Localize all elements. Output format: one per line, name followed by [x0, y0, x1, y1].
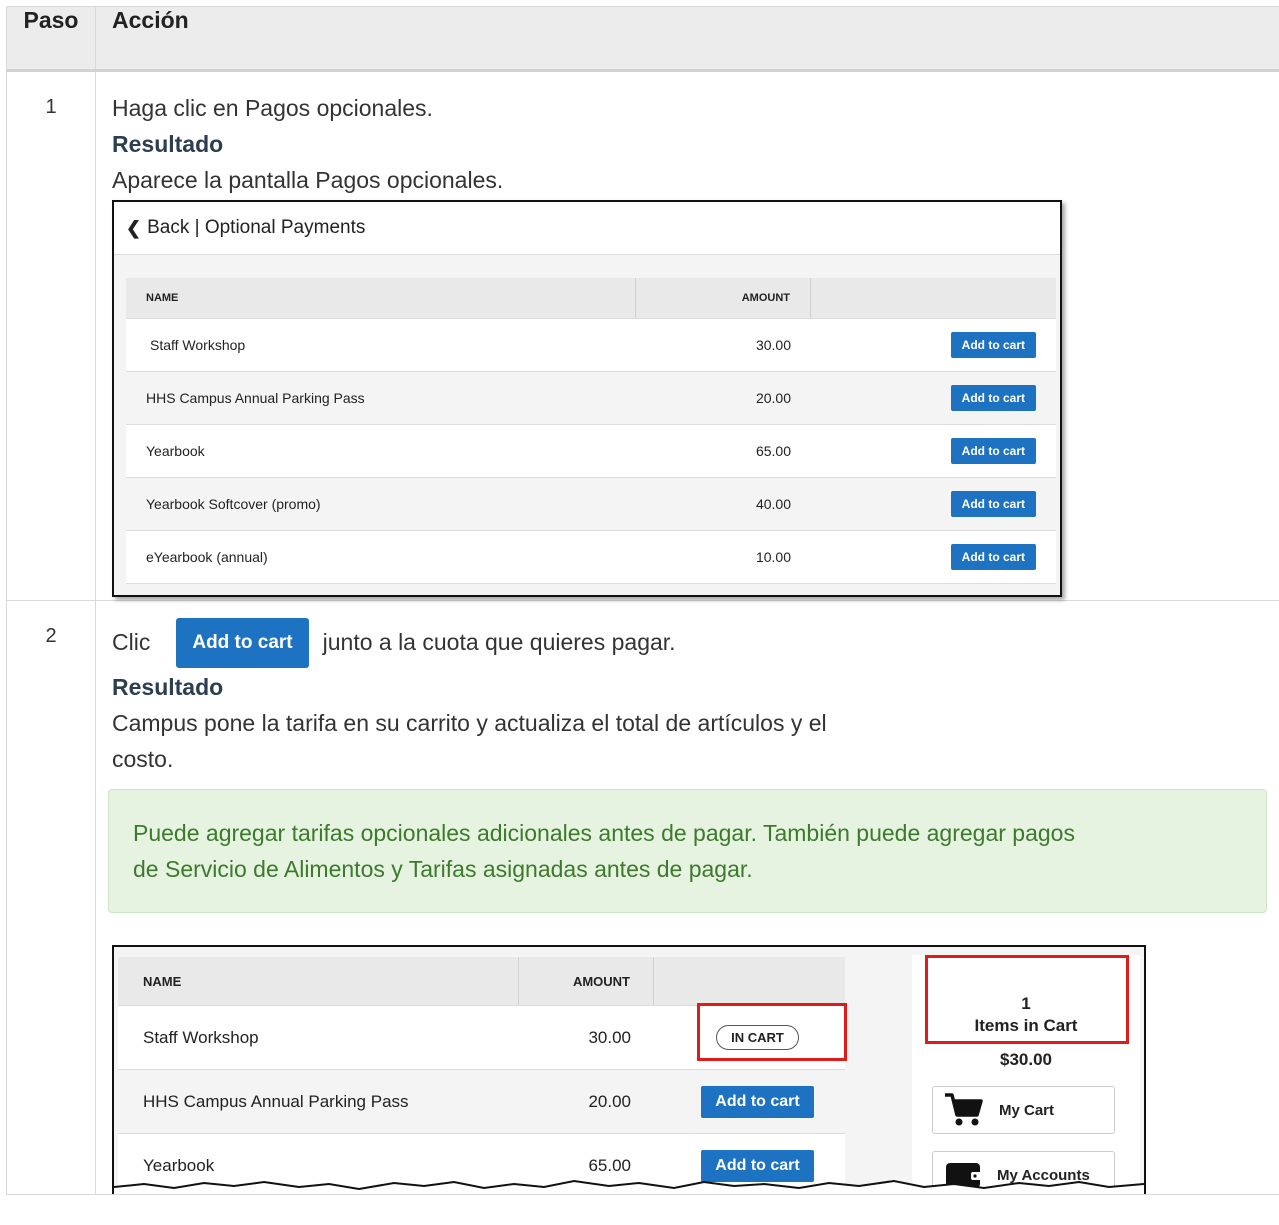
- add-to-cart-button[interactable]: Add to cart: [950, 491, 1036, 517]
- row-amount: 30.00: [755, 337, 791, 353]
- column-amount: AMOUNT: [519, 957, 654, 1005]
- table-row: Yearbook Softcover (promo) 40.00 Add to …: [126, 478, 1056, 531]
- column-name: NAME: [126, 278, 636, 318]
- table-row: Staff Workshop 30.00 Add to cart: [126, 319, 1056, 372]
- in-cart-highlight: [697, 1003, 847, 1061]
- add-to-cart-button[interactable]: Add to cart: [950, 332, 1036, 358]
- note-callout: Puede agregar tarifas opcionales adicion…: [108, 789, 1267, 913]
- result-label: Resultado: [112, 131, 224, 157]
- column-name: NAME: [118, 957, 519, 1005]
- table-row: eYearbook (annual) 10.00 Add to cart: [126, 531, 1056, 584]
- steps-table: Paso Acción 1 Haga clic en Pagos opciona…: [6, 6, 1279, 1195]
- my-cart-label: My Cart: [999, 1101, 1055, 1119]
- note-line-1: Puede agregar tarifas opcionales adicion…: [133, 820, 1075, 846]
- header-step: Paso: [6, 6, 96, 72]
- result-label: Resultado: [112, 674, 224, 700]
- row-amount: 40.00: [755, 496, 791, 512]
- grid-header: NAME AMOUNT: [126, 278, 1056, 319]
- payments-grid: NAME AMOUNT Staff Workshop 30.00 IN CART…: [118, 957, 845, 1194]
- result-text: Aparece la pantalla Pagos opcionales.: [112, 167, 504, 193]
- row-name: Yearbook Softcover (promo): [146, 496, 321, 512]
- cart-icon: [945, 1093, 983, 1126]
- chevron-left-icon: ❮: [126, 217, 142, 238]
- row-name: eYearbook (annual): [146, 549, 268, 565]
- step-row-2: 2 Clic Add to cart junto a la cuota que qu…: [6, 600, 1279, 1195]
- add-to-cart-button[interactable]: Add to cart: [950, 544, 1036, 570]
- step-instruction: Haga clic en Pagos opcionales.: [112, 95, 433, 121]
- row-name: Staff Workshop: [143, 1027, 259, 1047]
- row-name: HHS Campus Annual Parking Pass: [146, 390, 365, 406]
- header-action: Acción: [95, 6, 1279, 72]
- step-number: 1: [6, 70, 96, 601]
- column-amount: AMOUNT: [636, 278, 811, 318]
- back-bar[interactable]: ❮ Back | Optional Payments: [114, 202, 1060, 255]
- row-amount: 65.00: [755, 443, 791, 459]
- cart-summary-highlight: [925, 955, 1129, 1044]
- table-row: HHS Campus Annual Parking Pass 20.00 Add…: [118, 1070, 845, 1134]
- table-row: HHS Campus Annual Parking Pass 20.00 Add…: [126, 372, 1056, 425]
- step-number: 2: [6, 600, 96, 1195]
- row-amount: 30.00: [588, 1027, 631, 1047]
- note-line-2: de Servicio de Alimentos y Tarifas asign…: [133, 856, 753, 882]
- table-row: Yearbook 65.00 Add to cart: [126, 425, 1056, 478]
- payments-grid: NAME AMOUNT Staff Workshop 30.00 Add to …: [126, 278, 1056, 584]
- grid-header: NAME AMOUNT: [118, 957, 845, 1006]
- back-label: Back | Optional Payments: [147, 217, 366, 238]
- row-amount: 10.00: [755, 549, 791, 565]
- row-amount: 20.00: [755, 390, 791, 406]
- add-to-cart-button[interactable]: Add to cart: [950, 385, 1036, 411]
- step-action: Haga clic en Pagos opcionales. Resultado…: [95, 70, 1279, 601]
- optional-payments-screenshot: ❮ Back | Optional Payments NAME AMOUNT S…: [112, 200, 1062, 597]
- row-amount: 20.00: [588, 1091, 631, 1111]
- my-cart-button[interactable]: My Cart: [932, 1086, 1115, 1134]
- step-action: Clic Add to cart junto a la cuota que quie…: [95, 600, 1279, 1195]
- row-name: HHS Campus Annual Parking Pass: [143, 1091, 409, 1111]
- cart-total: $30.00: [1000, 1050, 1052, 1069]
- row-name: Yearbook: [146, 443, 205, 459]
- add-to-cart-button[interactable]: Add to cart: [950, 438, 1036, 464]
- row-name: Staff Workshop: [150, 337, 246, 353]
- instruction-prefix: Clic: [112, 629, 151, 656]
- instruction-suffix: junto a la cuota que quieres pagar.: [322, 629, 676, 656]
- cart-screenshot: NAME AMOUNT Staff Workshop 30.00 IN CART…: [112, 945, 1146, 1194]
- result-text-line-1: Campus pone la tarifa en su carrito y ac…: [112, 710, 827, 736]
- result-text-line-2: costo.: [112, 746, 174, 772]
- add-to-cart-button[interactable]: Add to cart: [701, 1085, 814, 1118]
- add-to-cart-button: Add to cart: [176, 618, 309, 668]
- step-row-1: 1 Haga clic en Pagos opcionales. Resulta…: [6, 70, 1279, 601]
- torn-edge: [114, 1179, 1144, 1194]
- step-instruction: Clic Add to cart junto a la cuota que quie…: [112, 618, 1263, 669]
